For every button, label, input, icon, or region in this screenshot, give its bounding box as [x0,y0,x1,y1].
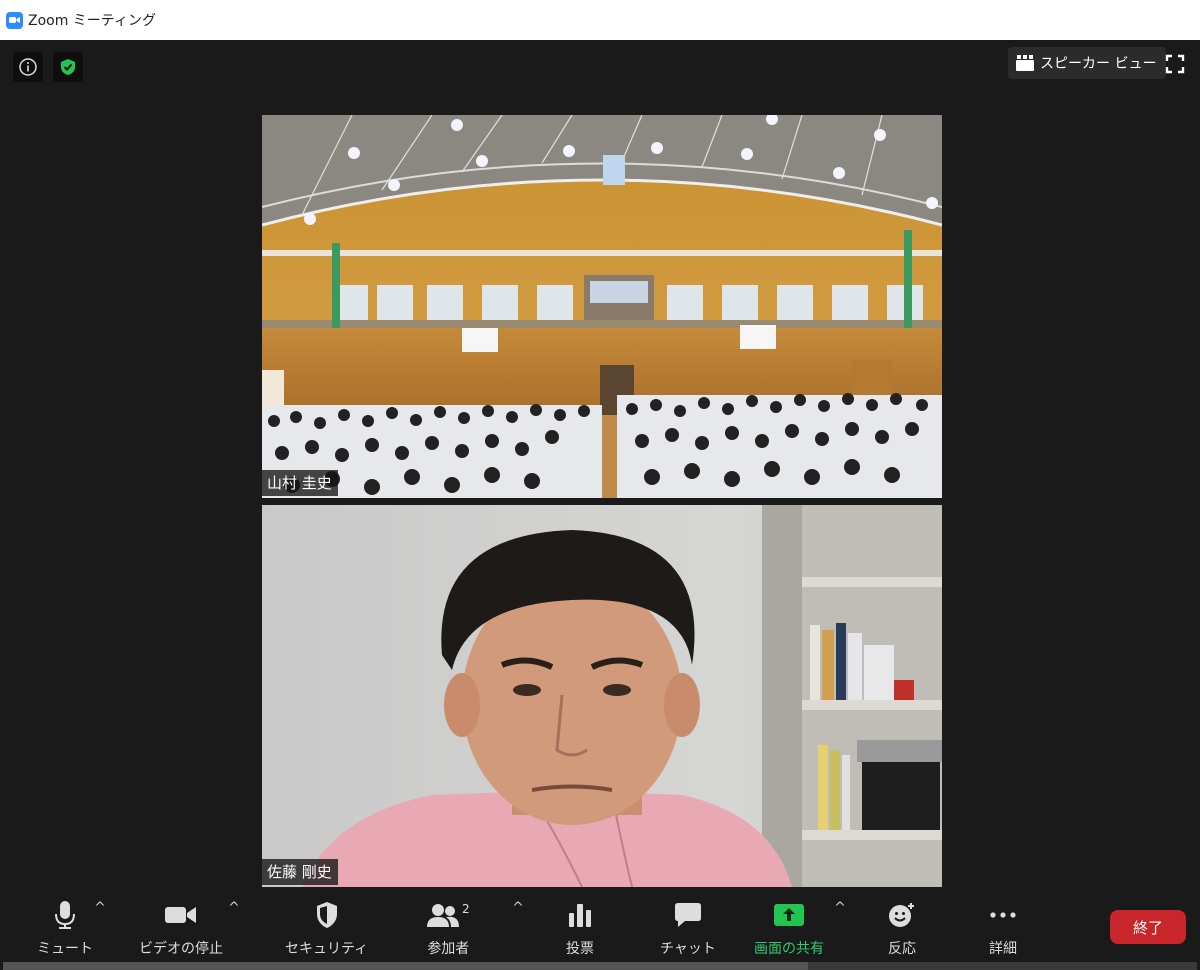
top-left-controls [13,52,83,82]
meeting-toolbar: ミュート ^ ビデオの停止 ^ セキュリティ 2 参加者 ^ 投票 チャット 画… [3,892,1197,970]
security-shield-icon [316,902,337,928]
participants-count: 2 [462,902,470,916]
meeting-info-button[interactable] [13,52,43,82]
chat-button[interactable]: チャット [660,900,716,958]
participants-label: 参加者 [427,941,470,957]
share-screen-label: 画面の共有 [754,941,824,957]
stop-video-button[interactable]: ビデオの停止 [139,900,223,958]
participant-video [262,505,942,887]
stop-video-label: ビデオの停止 [139,941,223,957]
speaker-view-button[interactable]: スピーカー ビュー [1008,47,1167,79]
more-button[interactable]: 詳細 [989,900,1017,958]
security-label: セキュリティ [285,941,369,957]
fullscreen-icon [1165,54,1185,74]
more-label: 詳細 [989,941,1017,957]
title-bar: Zoom ミーティング [0,0,1200,40]
video-tile-person[interactable]: 佐藤 剛史 [262,505,942,887]
polls-label: 投票 [566,941,594,957]
shield-check-icon [61,59,75,75]
security-button[interactable]: セキュリティ [285,900,368,958]
reactions-button[interactable]: 反応 [888,900,916,958]
video-tile-gym[interactable]: 山村 圭史 [262,115,942,498]
share-options-caret[interactable]: ^ [833,900,847,916]
video-options-caret[interactable]: ^ [227,900,241,916]
share-screen-button[interactable]: 画面の共有 [754,900,824,958]
chat-label: チャット [660,941,716,957]
window-title: Zoom ミーティング [28,13,156,29]
info-icon [19,58,37,76]
grid-view-icon [1016,55,1034,71]
gymnasium-video [262,115,942,498]
participant-name-tag: 山村 圭史 [262,470,338,496]
more-dots-icon [990,912,1016,918]
chat-bubble-icon [674,903,701,927]
audio-options-caret[interactable]: ^ [93,900,107,916]
speaker-view-label: スピーカー ビュー [1040,56,1157,72]
meeting-area: スピーカー ビュー 山村 圭史 佐藤 剛史 ミュート ^ ビデオの停止 ^ セキ… [3,40,1197,970]
emoji-reaction-icon [889,903,914,927]
reactions-label: 反応 [888,941,916,957]
mute-label: ミュート [37,941,93,957]
scrollbar-thumb[interactable] [3,962,808,970]
scrollbar[interactable] [3,962,1197,970]
fullscreen-button[interactable] [1163,52,1187,76]
encryption-button[interactable] [53,52,83,82]
participants-options-caret[interactable]: ^ [511,900,525,916]
microphone-icon [55,901,75,929]
end-meeting-button[interactable]: 終了 [1110,910,1186,944]
zoom-logo-icon [6,11,23,29]
bar-chart-icon [569,904,591,927]
participants-icon [427,904,459,927]
participant-name-tag: 佐藤 剛史 [262,859,338,885]
share-screen-icon [774,904,804,926]
video-camera-icon [165,907,196,923]
mute-button[interactable]: ミュート [37,900,93,958]
polls-button[interactable]: 投票 [566,900,594,958]
participants-button[interactable]: 2 参加者 [427,900,470,958]
